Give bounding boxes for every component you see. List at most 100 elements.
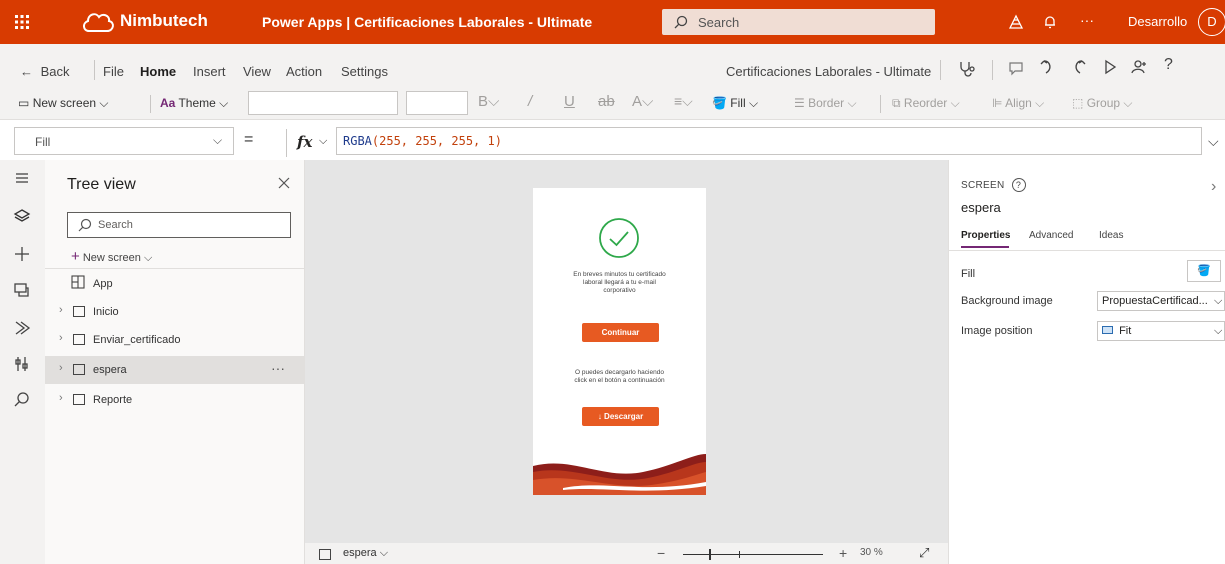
undo-icon[interactable]	[1038, 58, 1056, 76]
app-launcher-icon[interactable]	[10, 10, 34, 34]
zoom-in-icon[interactable]: +	[839, 545, 847, 561]
paint-bucket-icon: 🪣	[712, 96, 727, 110]
screen-preview-espera[interactable]: En breves minutos tu certificado laboral…	[533, 188, 706, 495]
back-button[interactable]: ← Back	[20, 64, 70, 79]
download-button[interactable]: ↓ Descargar	[582, 407, 659, 426]
current-screen-selector[interactable]: espera ⌵	[343, 547, 388, 560]
tree-view-layers-icon[interactable]	[12, 206, 32, 226]
tree-item-espera[interactable]: › espera ···	[45, 356, 305, 384]
font-color-icon[interactable]: A⌵	[632, 93, 653, 110]
fit-to-window-icon[interactable]: ⤢	[919, 545, 929, 561]
background-image-dropdown[interactable]: PropuestaCertificad... ⌵	[1097, 291, 1225, 311]
tab-ideas[interactable]: Ideas	[1099, 230, 1123, 241]
search-icon[interactable]	[12, 390, 32, 410]
user-avatar[interactable]: D	[1198, 8, 1225, 36]
preview-play-icon[interactable]	[1102, 59, 1118, 75]
tab-advanced[interactable]: Advanced	[1029, 230, 1073, 241]
global-search-input[interactable]: Search	[662, 9, 935, 35]
new-screen-button[interactable]: ▭ New screen ⌵	[18, 96, 109, 111]
tree-search-placeholder: Search	[98, 219, 133, 231]
notification-bell-icon[interactable]	[1040, 12, 1060, 32]
theme-button[interactable]: Aa Theme ⌵	[160, 96, 228, 111]
message-line[interactable]: click en el botón a continuación	[533, 377, 706, 385]
app-title: Power Apps | Certificaciones Laborales -…	[262, 14, 593, 30]
reorder-button[interactable]: ⧉ Reorder ⌵	[892, 96, 960, 111]
help-icon[interactable]: ?	[1164, 56, 1173, 74]
chevron-right-icon[interactable]: ›	[1211, 178, 1216, 196]
italic-icon[interactable]: /	[528, 93, 532, 110]
environment-icon[interactable]	[1006, 12, 1026, 32]
menu-file[interactable]: File	[103, 64, 124, 79]
expand-formula-icon[interactable]: ⌵	[1208, 133, 1219, 150]
border-button[interactable]: ☰ Border ⌵	[794, 96, 857, 111]
tree-item-reporte[interactable]: › Reporte	[45, 386, 305, 414]
hamburger-menu-icon[interactable]	[12, 168, 32, 188]
left-nav-rail	[0, 160, 45, 564]
data-icon[interactable]	[12, 280, 32, 300]
chevron-down-icon: ⌵	[847, 96, 857, 110]
font-family-dropdown[interactable]	[248, 91, 398, 115]
continue-button[interactable]: Continuar	[582, 323, 659, 342]
image-position-dropdown[interactable]: Fit ⌵	[1097, 321, 1225, 341]
font-size-dropdown[interactable]	[406, 91, 468, 115]
menu-home[interactable]: Home	[140, 64, 176, 79]
screen-icon: ▭	[18, 96, 30, 110]
message-line[interactable]: En breves minutos tu certificado	[533, 271, 706, 279]
text-align-icon[interactable]: ≡⌵	[674, 93, 693, 110]
insert-plus-icon[interactable]	[12, 244, 32, 264]
comments-icon[interactable]	[1008, 60, 1024, 76]
message-line[interactable]: O puedes decargarlo haciendo	[533, 369, 706, 377]
chevron-right-icon[interactable]: ›	[59, 362, 63, 374]
chevron-down-icon: ⌵	[379, 547, 389, 559]
theme-label: Theme	[178, 96, 216, 110]
advanced-tools-icon[interactable]	[12, 354, 32, 374]
tab-properties[interactable]: Properties	[961, 230, 1010, 241]
menu-insert[interactable]: Insert	[193, 64, 226, 79]
app-checker-icon[interactable]	[958, 59, 976, 77]
fill-button[interactable]: 🪣 Fill ⌵	[712, 96, 758, 111]
plus-icon: +	[71, 248, 80, 265]
menu-view[interactable]: View	[243, 64, 271, 79]
image-position-value: Fit	[1119, 325, 1132, 337]
media-icon[interactable]	[12, 318, 32, 338]
property-dropdown[interactable]: Fill ⌵	[14, 127, 234, 155]
function-button[interactable]: fx ⌵	[286, 129, 336, 157]
bold-icon[interactable]: B⌵	[478, 93, 499, 110]
share-user-icon[interactable]	[1130, 58, 1148, 76]
divider	[45, 268, 305, 269]
tree-new-screen-button[interactable]: + New screen ⌵	[71, 248, 152, 265]
decorative-wave-image[interactable]	[533, 450, 706, 495]
more-options-button[interactable]: ···	[1080, 12, 1094, 28]
align-button[interactable]: ⊫ Align ⌵	[992, 96, 1044, 111]
chevron-right-icon[interactable]: ›	[59, 304, 63, 316]
zoom-slider[interactable]	[683, 549, 823, 560]
help-circle-icon[interactable]: ?	[1011, 178, 1026, 192]
fill-color-picker[interactable]: 🪣	[1187, 260, 1221, 282]
message-line[interactable]: laboral llegará a tu e-mail	[533, 279, 706, 287]
tree-item-app[interactable]: App	[45, 270, 305, 298]
strikethrough-icon[interactable]: ab	[598, 93, 615, 110]
redo-icon[interactable]	[1070, 58, 1088, 76]
environment-name[interactable]: Desarrollo	[1128, 14, 1187, 29]
control-name[interactable]: espera	[961, 200, 1001, 215]
more-options-icon[interactable]: ···	[271, 360, 285, 376]
divider	[94, 60, 95, 80]
menu-settings[interactable]: Settings	[341, 64, 388, 79]
formula-input[interactable]: RGBA(255, 255, 255, 1)	[336, 127, 1202, 155]
check-circle-icon[interactable]	[598, 217, 640, 259]
divider	[992, 60, 993, 80]
zoom-slider-thumb[interactable]	[709, 549, 711, 560]
tree-item-enviar-certificado[interactable]: › Enviar_certificado	[45, 326, 305, 354]
zoom-out-icon[interactable]: −	[657, 545, 665, 561]
tree-search-input[interactable]: Search	[67, 212, 291, 238]
chevron-right-icon[interactable]: ›	[59, 392, 63, 404]
group-button[interactable]: ⬚ Group ⌵	[1072, 96, 1133, 111]
underline-icon[interactable]: U	[564, 93, 575, 110]
tree-item-inicio[interactable]: › Inicio	[45, 298, 305, 326]
message-line[interactable]: corporativo	[533, 287, 706, 295]
close-icon[interactable]	[277, 176, 291, 190]
menu-action[interactable]: Action	[286, 64, 322, 79]
menu-bar: ← Back File Home Insert View Action Sett…	[0, 44, 1225, 86]
chevron-right-icon[interactable]: ›	[59, 332, 63, 344]
chevron-down-icon: ⌵	[1214, 325, 1223, 337]
